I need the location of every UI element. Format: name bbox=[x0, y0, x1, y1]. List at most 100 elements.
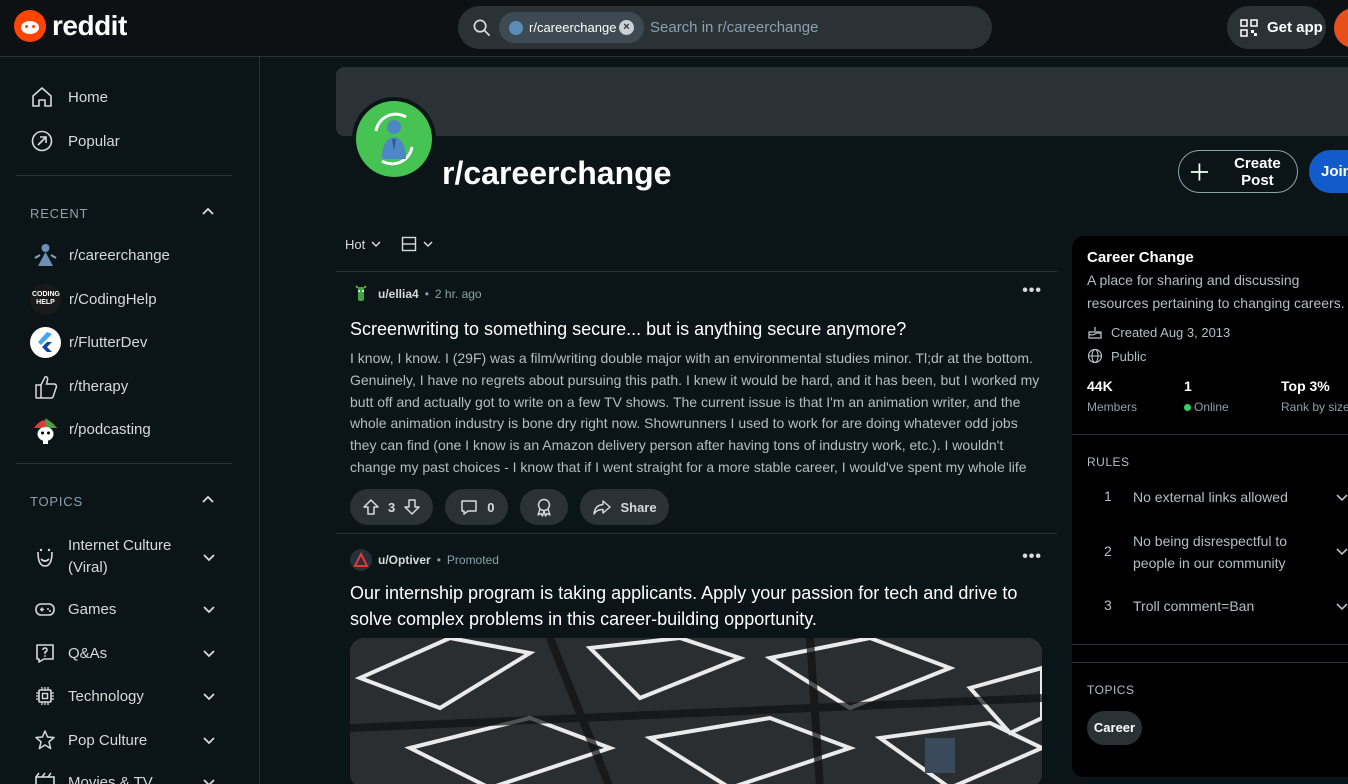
rule-number: 1 bbox=[1104, 488, 1112, 504]
author-avatar[interactable] bbox=[350, 283, 372, 305]
post-card[interactable]: u/ellia4 • 2 hr. ago ••• Screenwriting t… bbox=[350, 282, 1042, 525]
topic-pop-culture-label: Pop Culture bbox=[68, 731, 148, 749]
sort-dropdown[interactable]: Hot bbox=[345, 237, 381, 252]
topic-games[interactable]: Games bbox=[34, 598, 220, 620]
view-dropdown[interactable] bbox=[401, 236, 433, 252]
chevron-down-icon[interactable] bbox=[202, 689, 216, 703]
search-scope-chip[interactable]: r/careerchange × bbox=[499, 12, 644, 43]
post-author[interactable]: u/ellia4 bbox=[378, 287, 419, 301]
rule-item[interactable]: 2 No being disrespectful to people in ou… bbox=[1087, 528, 1348, 576]
chevron-down-icon bbox=[371, 241, 381, 248]
search-bar[interactable]: r/careerchange × bbox=[458, 6, 992, 49]
rule-number: 2 bbox=[1104, 543, 1112, 559]
nav-home[interactable]: Home bbox=[30, 85, 108, 109]
search-chip-label: r/careerchange bbox=[529, 20, 617, 35]
about-panel: Career Change A place for sharing and di… bbox=[1072, 236, 1348, 777]
careerchange-icon bbox=[30, 240, 61, 271]
chevron-down-icon[interactable] bbox=[1335, 490, 1348, 504]
recent-careerchange[interactable]: r/careerchange bbox=[30, 240, 170, 271]
topics-section-title: TOPICS bbox=[30, 494, 83, 509]
user-avatar[interactable] bbox=[1334, 8, 1348, 48]
left-sidebar: Home Popular RECENT r/careerchange CODIN… bbox=[0, 57, 260, 784]
vote-group: 3 bbox=[350, 489, 434, 525]
online-count: 1 bbox=[1184, 378, 1192, 394]
gamepad-icon bbox=[35, 603, 55, 616]
sidebar-divider bbox=[16, 463, 232, 464]
chevron-up-icon[interactable] bbox=[200, 492, 216, 508]
get-app-label: Get app bbox=[1267, 19, 1323, 36]
chevron-up-icon[interactable] bbox=[200, 204, 216, 220]
more-options-icon[interactable]: ••• bbox=[1022, 548, 1042, 566]
nav-popular[interactable]: Popular bbox=[30, 129, 120, 153]
rules-title: RULES bbox=[1087, 455, 1130, 469]
comment-icon bbox=[461, 500, 477, 515]
cake-icon bbox=[1088, 327, 1102, 339]
star-icon bbox=[35, 730, 55, 750]
chevron-down-icon[interactable] bbox=[202, 550, 216, 564]
post-body[interactable]: I know, I know. I (29F) was a film/writi… bbox=[350, 348, 1042, 479]
chevron-down-icon[interactable] bbox=[202, 775, 216, 784]
panel-divider bbox=[1072, 434, 1348, 435]
qr-code-icon bbox=[1240, 18, 1258, 37]
upvote-icon[interactable] bbox=[362, 498, 380, 516]
visibility-label: Public bbox=[1111, 348, 1147, 364]
join-button[interactable]: Join bbox=[1309, 150, 1348, 193]
recent-podcasting-label: r/podcasting bbox=[69, 421, 151, 438]
award-button[interactable] bbox=[520, 489, 569, 525]
topic-qas-label: Q&As bbox=[68, 644, 108, 662]
topic-technology[interactable]: Technology bbox=[34, 685, 220, 707]
flutter-icon bbox=[30, 327, 61, 358]
topic-technology-label: Technology bbox=[68, 687, 144, 705]
top-bar: reddit r/careerchange × Get app bbox=[0, 0, 1348, 57]
subreddit-banner bbox=[336, 67, 1348, 136]
close-icon[interactable]: × bbox=[619, 20, 634, 35]
promoted-post-image[interactable] bbox=[350, 638, 1042, 784]
chevron-down-icon[interactable] bbox=[1335, 599, 1348, 613]
optiver-avatar-icon[interactable] bbox=[350, 549, 372, 571]
recent-therapy[interactable]: r/therapy bbox=[30, 371, 128, 402]
created-row: Created Aug 3, 2013 bbox=[1087, 324, 1230, 340]
recent-podcasting[interactable]: r/podcasting bbox=[30, 414, 151, 445]
recent-flutterdev[interactable]: r/FlutterDev bbox=[30, 327, 147, 358]
topic-internet-culture-label-2: (Viral) bbox=[68, 559, 108, 576]
visibility-row: Public bbox=[1087, 348, 1146, 364]
meta-dot: • bbox=[436, 553, 441, 567]
topic-internet-culture[interactable]: Internet Culture (Viral) bbox=[34, 535, 220, 579]
rank-label: Rank by size bbox=[1281, 400, 1348, 414]
share-button[interactable]: Share bbox=[580, 489, 669, 525]
post-title[interactable]: Screenwriting to something secure... but… bbox=[350, 316, 1042, 342]
rule-item[interactable]: 1 No external links allowed bbox=[1087, 484, 1348, 510]
sort-label: Hot bbox=[345, 236, 366, 252]
subreddit-avatar bbox=[352, 97, 436, 181]
search-input[interactable] bbox=[650, 16, 970, 39]
popular-icon bbox=[31, 130, 53, 152]
promoted-label: Promoted bbox=[446, 553, 499, 567]
members-count: 44K bbox=[1087, 378, 1113, 394]
recent-codinghelp-label: r/CodingHelp bbox=[69, 291, 157, 308]
chevron-down-icon[interactable] bbox=[202, 733, 216, 747]
post-meta: u/ellia4 • 2 hr. ago ••• bbox=[350, 282, 1042, 306]
comments-button[interactable]: 0 bbox=[445, 489, 509, 525]
chevron-down-icon[interactable] bbox=[202, 646, 216, 660]
rule-item[interactable]: 3 Troll comment=Ban bbox=[1087, 593, 1348, 619]
recent-section-title: RECENT bbox=[30, 206, 89, 221]
create-post-button[interactable]: Create Post bbox=[1178, 150, 1298, 193]
recent-codinghelp[interactable]: CODING HELP r/CodingHelp bbox=[30, 284, 157, 315]
more-options-icon[interactable]: ••• bbox=[1022, 282, 1042, 300]
codinghelp-icon: CODING HELP bbox=[30, 284, 61, 315]
topic-pop-culture[interactable]: Pop Culture bbox=[34, 729, 220, 751]
question-icon bbox=[36, 644, 54, 663]
topic-chip-career[interactable]: Career bbox=[1087, 711, 1142, 745]
recent-flutterdev-label: r/FlutterDev bbox=[69, 334, 148, 351]
post-title[interactable]: Our internship program is taking applica… bbox=[350, 580, 1042, 632]
get-app-button[interactable]: Get app bbox=[1227, 6, 1326, 49]
chevron-down-icon[interactable] bbox=[1335, 544, 1348, 558]
reddit-logo[interactable]: reddit bbox=[14, 10, 127, 42]
downvote-icon[interactable] bbox=[403, 498, 421, 516]
post-author[interactable]: u/Optiver bbox=[378, 553, 431, 567]
topic-movies-tv[interactable]: Movies & TV bbox=[34, 771, 220, 784]
promoted-post-card[interactable]: u/Optiver • Promoted ••• Our internship … bbox=[350, 548, 1042, 632]
topic-qas[interactable]: Q&As bbox=[34, 642, 220, 664]
chevron-down-icon[interactable] bbox=[202, 602, 216, 616]
logo-text: reddit bbox=[52, 10, 127, 41]
